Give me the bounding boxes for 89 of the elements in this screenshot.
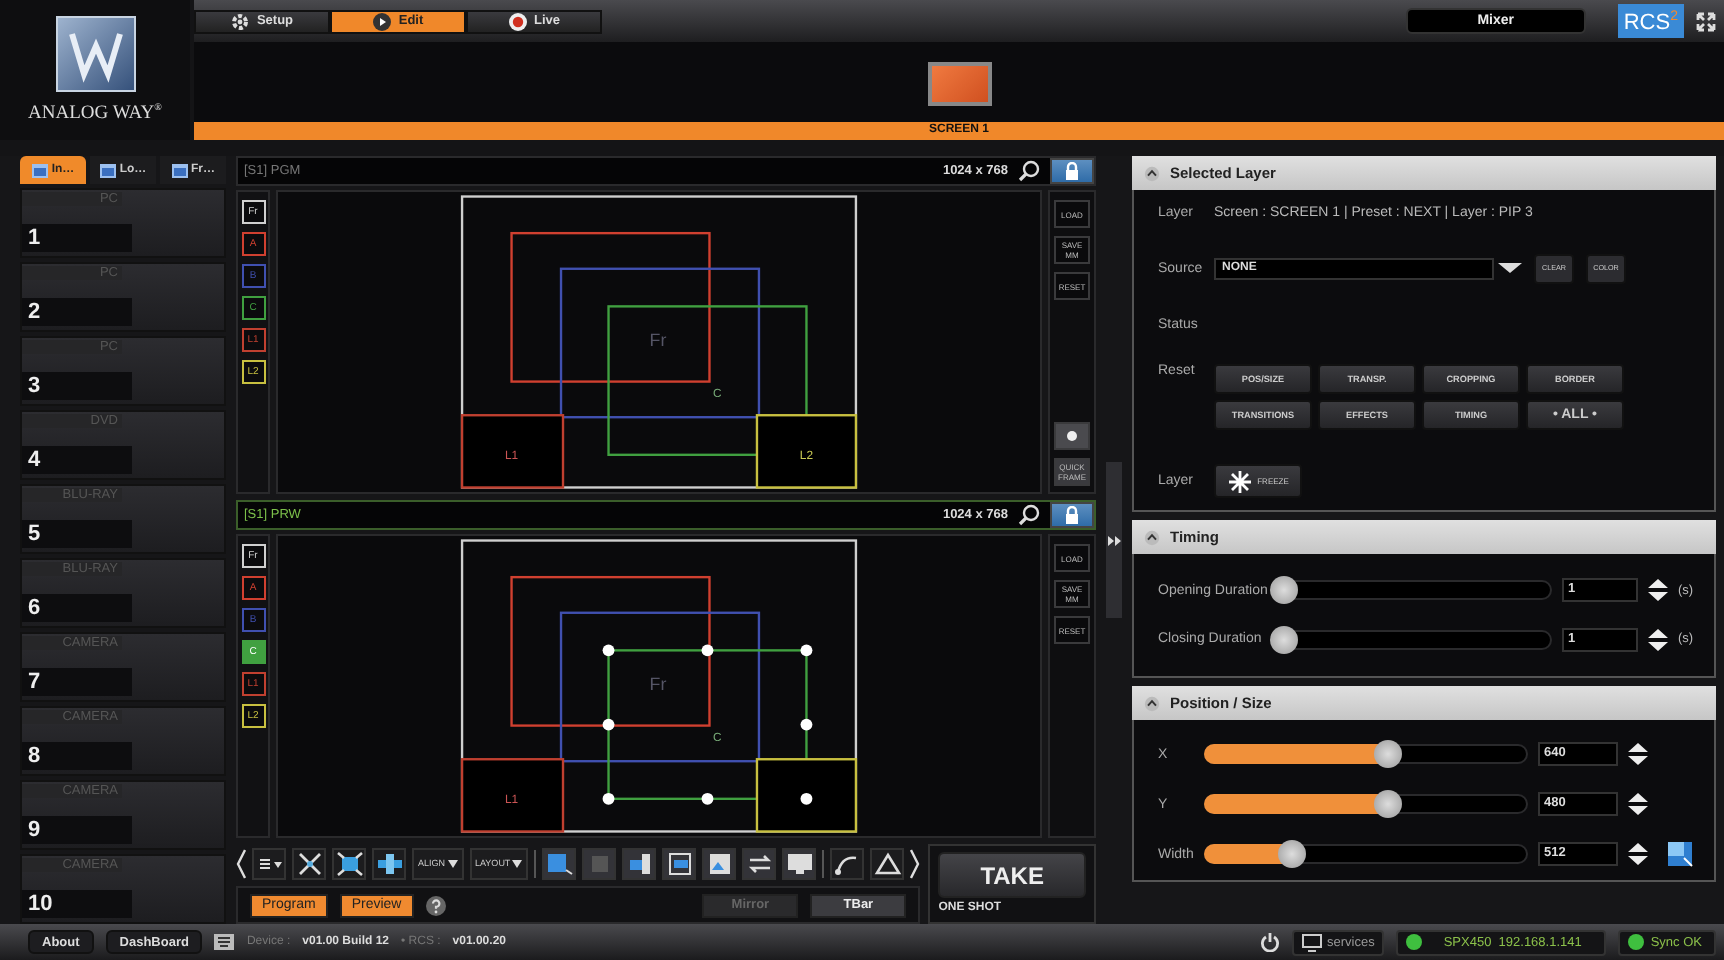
lock-icon: [1064, 162, 1080, 180]
align-left-button[interactable]: [622, 847, 657, 879]
status-led: [1406, 934, 1423, 950]
slider-thumb[interactable]: [1269, 625, 1298, 654]
brand-name: ANALOG WAY$^{®}$: [28, 103, 162, 124]
snowflake-icon: [1227, 469, 1252, 493]
expand-cross-icon: [295, 851, 323, 875]
resize-handle[interactable]: [602, 718, 615, 731]
resize-handle[interactable]: [701, 792, 714, 805]
collapse-icon: [1144, 165, 1160, 181]
align-left-icon: [625, 851, 654, 875]
spinner-arrows-icon[interactable]: [1628, 792, 1648, 816]
double-arrow-icon: [1107, 535, 1121, 545]
product-logo: RCS$^{2}$: [1617, 4, 1684, 38]
status-led: [1628, 934, 1645, 950]
collapse-icon: [1144, 529, 1160, 545]
search-icon[interactable]: [1018, 160, 1040, 182]
slider[interactable]: [1204, 740, 1528, 768]
help-icon[interactable]: [425, 895, 446, 915]
layer-label: Fr: [649, 329, 667, 350]
resize-corner-icon[interactable]: [1666, 840, 1694, 868]
spinner-arrows-icon[interactable]: [1648, 627, 1668, 652]
layer-frame[interactable]: [755, 414, 858, 489]
resize-handle[interactable]: [602, 792, 615, 805]
resize-handle[interactable]: [800, 718, 813, 731]
layer-frame[interactable]: [607, 649, 808, 800]
swap-icon: [745, 851, 774, 875]
slider-thumb[interactable]: [1277, 840, 1306, 868]
screen-thumbnail[interactable]: [927, 61, 991, 105]
splitter-handle[interactable]: [1106, 462, 1122, 618]
take-button[interactable]: TAKE: [938, 852, 1086, 898]
monitor-icon: [785, 851, 814, 875]
image-icon: [705, 851, 734, 875]
swap-button[interactable]: [742, 847, 777, 879]
angle-bracket-icon: [910, 847, 921, 879]
slider[interactable]: [1204, 790, 1528, 818]
monitor-icon: [1301, 933, 1321, 951]
center-icon: [375, 851, 403, 875]
window-icon: [171, 163, 187, 177]
caret-icon: [512, 859, 523, 867]
power-icon[interactable]: [1259, 932, 1279, 952]
lock-button[interactable]: [1050, 158, 1094, 184]
resize-handle[interactable]: [602, 644, 615, 657]
resize-handle[interactable]: [701, 644, 714, 657]
expand-cross-button[interactable]: [292, 847, 326, 879]
layer-label: Fr: [649, 673, 667, 694]
window-icon: [31, 163, 48, 177]
snapshot-button[interactable]: [1054, 422, 1090, 450]
slider[interactable]: [1272, 576, 1552, 605]
slider-thumb[interactable]: [1374, 740, 1403, 768]
resize-handle[interactable]: [800, 792, 813, 805]
lock-icon: [1064, 506, 1080, 524]
curve-button[interactable]: [830, 847, 865, 879]
dropdown-icon[interactable]: [1498, 262, 1522, 275]
window-icon: [99, 163, 116, 177]
spinner-arrows-icon[interactable]: [1628, 842, 1648, 866]
collapse-icon: [1144, 695, 1160, 711]
resize-icon: [545, 851, 574, 875]
dot-icon: [1066, 430, 1078, 442]
slider[interactable]: [1272, 625, 1552, 654]
caret-icon: [447, 859, 458, 867]
record-icon: [507, 11, 528, 31]
resize-handle[interactable]: [800, 644, 813, 657]
search-icon[interactable]: [1018, 504, 1040, 526]
slider-thumb[interactable]: [1269, 576, 1298, 605]
fullscreen-icon[interactable]: [1696, 11, 1716, 31]
center-button[interactable]: [372, 847, 406, 879]
list-dropdown-button[interactable]: [252, 847, 286, 879]
layer-frame[interactable]: [755, 758, 858, 833]
play-icon: [372, 11, 393, 31]
slider-thumb[interactable]: [1374, 790, 1403, 818]
logo-mark-icon: [55, 15, 135, 92]
triangle-button[interactable]: [870, 847, 905, 879]
fit-frame-icon: [335, 851, 363, 875]
curve-icon: [833, 851, 862, 875]
lock-button[interactable]: [1050, 502, 1094, 528]
fit-frame-button[interactable]: [332, 847, 366, 879]
frame-button[interactable]: [662, 847, 697, 879]
monitor-button[interactable]: [782, 847, 817, 879]
keyboard-icon[interactable]: [214, 934, 235, 950]
resize-button[interactable]: [542, 847, 577, 879]
spinner-arrows-icon[interactable]: [1628, 742, 1648, 766]
angle-bracket-icon: [236, 847, 246, 879]
spinner-arrows-icon[interactable]: [1648, 578, 1668, 603]
triangle-icon: [873, 851, 902, 875]
slider[interactable]: [1204, 840, 1528, 868]
frame-icon: [665, 851, 694, 875]
image-button[interactable]: [702, 847, 737, 879]
gear-icon: [230, 11, 251, 31]
